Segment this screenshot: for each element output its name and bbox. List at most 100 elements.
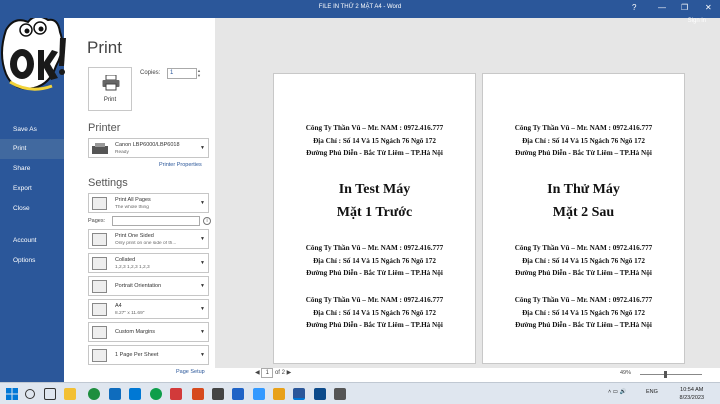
app-icon[interactable] <box>232 388 244 400</box>
orientation-select[interactable]: Portrait Orientation ▼ <box>88 276 209 296</box>
page1-address-block-3: Công Ty Thần Vũ – Mr. NAM : 0972.416.777… <box>305 296 444 329</box>
page-navigator: ◀ 1 of 2 ▶ <box>255 368 291 378</box>
tray-icons[interactable]: ˄ ▭ 🔊 <box>608 389 626 395</box>
chevron-down-icon: ▼ <box>200 200 205 206</box>
printer-name: Canon LBP6000/LBP6018 <box>115 142 180 148</box>
app-icon[interactable] <box>273 388 285 400</box>
print-what-select[interactable]: Print All Pages The whole thing ▼ <box>88 193 209 213</box>
printer-properties-link[interactable]: Printer Properties <box>159 162 202 168</box>
paper-size-select[interactable]: A4 8.27" x 11.69" ▼ <box>88 299 209 319</box>
pages-per-sheet-select[interactable]: 1 Page Per Sheet ▼ <box>88 345 209 365</box>
app-icon[interactable] <box>150 388 162 400</box>
page-count: of 2 <box>274 370 285 376</box>
sidebar-item-account[interactable]: Account <box>0 231 64 251</box>
chevron-down-icon: ▼ <box>200 236 205 242</box>
pages-input[interactable] <box>112 216 200 226</box>
close-button[interactable]: ✕ <box>705 3 712 12</box>
windows-start-icon[interactable] <box>6 388 18 400</box>
copies-label: Copies: <box>140 70 161 76</box>
print-button[interactable]: Print <box>88 67 132 111</box>
copies-spinner[interactable]: ▲ ▼ <box>197 68 201 78</box>
title-bar: FILE IN THỬ 2 MẶT A4 - Word ? — ❐ ✕ <box>0 0 720 18</box>
app-icon[interactable] <box>212 388 224 400</box>
sidebar-item-options[interactable]: Options <box>0 251 64 271</box>
sidebar-item-close[interactable]: Close <box>0 199 64 219</box>
prev-page-icon[interactable]: ◀ <box>255 370 260 376</box>
sidebar-item-print[interactable]: Print <box>0 139 64 159</box>
page-title: Print <box>87 38 122 57</box>
page-setup-link[interactable]: Page Setup <box>176 369 205 375</box>
minimize-button[interactable]: — <box>658 3 666 12</box>
print-button-label: Print <box>103 97 117 103</box>
printer-device-icon <box>92 143 108 154</box>
chevron-down-icon: ▼ <box>200 145 205 151</box>
info-icon[interactable]: i <box>203 217 211 225</box>
pages-label: Pages: <box>88 218 106 224</box>
zoom-level: 49% <box>620 370 632 376</box>
collated-icon <box>92 257 107 270</box>
sign-in-link[interactable]: Sign in <box>688 18 706 24</box>
margins-select[interactable]: Custom Margins ▼ <box>88 322 209 342</box>
app-icon[interactable] <box>253 388 265 400</box>
page1-address-block-1: Công Ty Thần Vũ – Mr. NAM : 0972.416.777… <box>305 124 444 157</box>
sidebar-item-export[interactable]: Export <box>0 179 64 199</box>
clock-time: 10:54 AM <box>680 387 704 393</box>
paper-sub: 8.27" x 11.69" <box>115 311 145 316</box>
zoom-slider-thumb[interactable] <box>664 371 667 378</box>
taskbar: ˄ ▭ 🔊 ENG 10:54 AM 8/23/2023 <box>0 382 720 404</box>
window-title: FILE IN THỬ 2 MẶT A4 - Word <box>318 4 402 10</box>
file-explorer-icon[interactable] <box>64 388 76 400</box>
printer-heading: Printer <box>88 122 121 134</box>
chevron-down-icon: ▼ <box>200 329 205 335</box>
help-button[interactable]: ? <box>632 3 636 12</box>
restore-button[interactable]: ❐ <box>681 3 688 12</box>
sides-main: Print One Sided <box>115 233 154 239</box>
margins-icon <box>92 326 107 339</box>
task-view-icon[interactable] <box>44 388 56 400</box>
next-page-icon[interactable]: ▶ <box>287 370 292 376</box>
page2-title: In Thử Máy Mặt 2 Sau <box>547 182 620 220</box>
page2-address-block-1: Công Ty Thần Vũ – Mr. NAM : 0972.416.777… <box>514 124 653 157</box>
pages-icon <box>92 197 107 210</box>
collation-select[interactable]: Collated 1,2,3 1,2,3 1,2,3 ▼ <box>88 253 209 273</box>
edge-icon[interactable] <box>109 388 121 400</box>
page2-address-block-3: Công Ty Thần Vũ – Mr. NAM : 0972.416.777… <box>514 296 653 329</box>
app-icon[interactable] <box>192 388 204 400</box>
zoom-slider[interactable] <box>640 374 702 375</box>
current-page-input[interactable]: 1 <box>261 368 274 378</box>
word-icon[interactable] <box>293 388 305 400</box>
page1-title: In Test Máy Mặt 1 Trước <box>336 182 413 220</box>
print-what-sub: The whole thing <box>115 205 149 210</box>
sidebar-item-save-as[interactable]: Save As <box>0 120 64 140</box>
printer-status: Ready <box>115 150 129 155</box>
chevron-down-icon: ▼ <box>200 352 205 358</box>
zalo-icon[interactable] <box>129 388 141 400</box>
copies-input[interactable]: 1 <box>167 68 197 79</box>
app-icon[interactable] <box>170 388 182 400</box>
per-sheet-main: 1 Page Per Sheet <box>115 352 159 358</box>
clock[interactable]: 10:54 AM 8/23/2023 <box>680 386 704 402</box>
sheet-icon <box>92 349 107 362</box>
page1-address-block-2: Công Ty Thần Vũ – Mr. NAM : 0972.416.777… <box>305 244 444 277</box>
sidebar-item-share[interactable]: Share <box>0 159 64 179</box>
preview-page-1: Công Ty Thần Vũ – Mr. NAM : 0972.416.777… <box>273 73 476 364</box>
language-indicator[interactable]: ENG <box>646 389 658 395</box>
ok-sticker-logo <box>1 15 66 91</box>
chevron-down-icon: ▼ <box>200 306 205 312</box>
app-icon[interactable] <box>334 388 346 400</box>
orientation-main: Portrait Orientation <box>115 283 162 289</box>
one-sided-icon <box>92 233 107 246</box>
collation-sub: 1,2,3 1,2,3 1,2,3 <box>115 265 150 270</box>
page2-address-block-2: Công Ty Thần Vũ – Mr. NAM : 0972.416.777… <box>514 244 653 277</box>
printer-select[interactable]: Canon LBP6000/LBP6018 Ready ▼ <box>88 138 209 158</box>
portrait-icon <box>92 280 107 293</box>
search-icon[interactable] <box>25 389 35 399</box>
printer-icon <box>102 75 120 91</box>
chevron-down-icon: ▼ <box>200 260 205 266</box>
paper-icon <box>92 303 107 316</box>
sides-select[interactable]: Print One Sided Only print on one side o… <box>88 229 209 249</box>
chrome-icon[interactable] <box>88 388 100 400</box>
paper-main: A4 <box>115 303 122 309</box>
collation-main: Collated <box>115 257 136 263</box>
app-icon[interactable] <box>314 388 326 400</box>
